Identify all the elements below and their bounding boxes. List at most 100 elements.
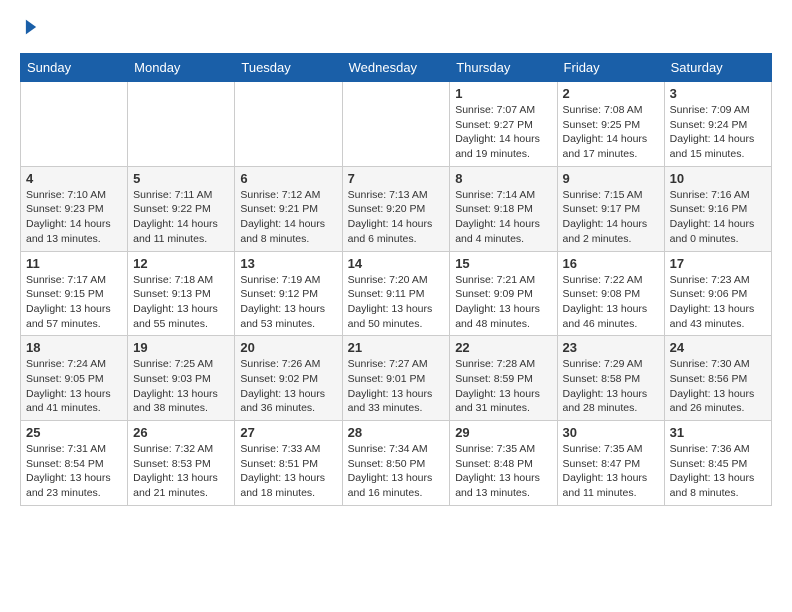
day-info: Sunrise: 7:28 AM Sunset: 8:59 PM Dayligh… bbox=[455, 357, 551, 416]
calendar-cell: 7 Sunrise: 7:13 AM Sunset: 9:20 PM Daylig… bbox=[342, 166, 450, 251]
calendar-header-wednesday: Wednesday bbox=[342, 54, 450, 82]
day-info: Sunrise: 7:36 AM Sunset: 8:45 PM Dayligh… bbox=[670, 442, 766, 501]
calendar-cell: 21 Sunrise: 7:27 AM Sunset: 9:01 PM Dayli… bbox=[342, 336, 450, 421]
calendar-week-4: 18Sunrise: 7:24 AM Sunset: 9:05 PM Dayli… bbox=[21, 336, 772, 421]
calendar-week-2: 4Sunrise: 7:10 AM Sunset: 9:23 PM Daylig… bbox=[21, 166, 772, 251]
day-info: Sunrise: 7:31 AM Sunset: 8:54 PM Dayligh… bbox=[26, 442, 122, 501]
calendar-cell: 26 Sunrise: 7:32 AM Sunset: 8:53 PM Dayli… bbox=[128, 421, 235, 506]
day-info: Sunrise: 7:07 AM Sunset: 9:27 PM Dayligh… bbox=[455, 103, 551, 162]
day-info: Sunrise: 7:12 AM Sunset: 9:21 PM Dayligh… bbox=[240, 188, 336, 247]
calendar-cell: 27 Sunrise: 7:33 AM Sunset: 8:51 PM Dayli… bbox=[235, 421, 342, 506]
calendar-cell bbox=[342, 82, 450, 167]
calendar-cell: 13Sunrise: 7:19 AM Sunset: 9:12 PM Dayli… bbox=[235, 251, 342, 336]
calendar-week-3: 11 Sunrise: 7:17 AM Sunset: 9:15 PM Dayli… bbox=[21, 251, 772, 336]
day-number: 26 bbox=[133, 425, 229, 440]
day-number: 9 bbox=[563, 171, 659, 186]
day-number: 23 bbox=[563, 340, 659, 355]
day-number: 21 bbox=[348, 340, 445, 355]
day-number: 27 bbox=[240, 425, 336, 440]
calendar-cell: 19Sunrise: 7:25 AM Sunset: 9:03 PM Dayli… bbox=[128, 336, 235, 421]
calendar-cell bbox=[128, 82, 235, 167]
day-number: 30 bbox=[563, 425, 659, 440]
calendar-cell: 24Sunrise: 7:30 AM Sunset: 8:56 PM Dayli… bbox=[664, 336, 771, 421]
day-number: 29 bbox=[455, 425, 551, 440]
day-number: 22 bbox=[455, 340, 551, 355]
day-number: 3 bbox=[670, 86, 766, 101]
logo-icon bbox=[20, 16, 42, 38]
calendar-cell: 18Sunrise: 7:24 AM Sunset: 9:05 PM Dayli… bbox=[21, 336, 128, 421]
day-number: 6 bbox=[240, 171, 336, 186]
calendar-header-friday: Friday bbox=[557, 54, 664, 82]
calendar-cell: 12 Sunrise: 7:18 AM Sunset: 9:13 PM Dayli… bbox=[128, 251, 235, 336]
calendar-header-sunday: Sunday bbox=[21, 54, 128, 82]
day-info: Sunrise: 7:11 AM Sunset: 9:22 PM Dayligh… bbox=[133, 188, 229, 247]
day-info: Sunrise: 7:26 AM Sunset: 9:02 PM Dayligh… bbox=[240, 357, 336, 416]
calendar-cell: 29 Sunrise: 7:35 AM Sunset: 8:48 PM Dayli… bbox=[450, 421, 557, 506]
calendar-week-5: 25 Sunrise: 7:31 AM Sunset: 8:54 PM Dayli… bbox=[21, 421, 772, 506]
day-number: 8 bbox=[455, 171, 551, 186]
calendar-header-thursday: Thursday bbox=[450, 54, 557, 82]
page-header bbox=[20, 16, 772, 43]
calendar-cell: 8 Sunrise: 7:14 AM Sunset: 9:18 PM Daylig… bbox=[450, 166, 557, 251]
day-info: Sunrise: 7:27 AM Sunset: 9:01 PM Dayligh… bbox=[348, 357, 445, 416]
calendar-cell: 17 Sunrise: 7:23 AM Sunset: 9:06 PM Dayli… bbox=[664, 251, 771, 336]
day-number: 10 bbox=[670, 171, 766, 186]
calendar-header-saturday: Saturday bbox=[664, 54, 771, 82]
day-info: Sunrise: 7:24 AM Sunset: 9:05 PM Dayligh… bbox=[26, 357, 122, 416]
day-info: Sunrise: 7:20 AM Sunset: 9:11 PM Dayligh… bbox=[348, 273, 445, 332]
calendar-cell: 1Sunrise: 7:07 AM Sunset: 9:27 PM Daylig… bbox=[450, 82, 557, 167]
day-number: 16 bbox=[563, 256, 659, 271]
day-number: 17 bbox=[670, 256, 766, 271]
day-info: Sunrise: 7:08 AM Sunset: 9:25 PM Dayligh… bbox=[563, 103, 659, 162]
logo bbox=[20, 16, 46, 43]
calendar-cell: 5 Sunrise: 7:11 AM Sunset: 9:22 PM Daylig… bbox=[128, 166, 235, 251]
calendar-cell: 9Sunrise: 7:15 AM Sunset: 9:17 PM Daylig… bbox=[557, 166, 664, 251]
calendar-cell: 15 Sunrise: 7:21 AM Sunset: 9:09 PM Dayli… bbox=[450, 251, 557, 336]
day-number: 25 bbox=[26, 425, 122, 440]
day-info: Sunrise: 7:34 AM Sunset: 8:50 PM Dayligh… bbox=[348, 442, 445, 501]
day-number: 14 bbox=[348, 256, 445, 271]
day-number: 20 bbox=[240, 340, 336, 355]
calendar-cell: 4Sunrise: 7:10 AM Sunset: 9:23 PM Daylig… bbox=[21, 166, 128, 251]
day-number: 11 bbox=[26, 256, 122, 271]
calendar-cell bbox=[235, 82, 342, 167]
day-info: Sunrise: 7:10 AM Sunset: 9:23 PM Dayligh… bbox=[26, 188, 122, 247]
day-number: 31 bbox=[670, 425, 766, 440]
day-info: Sunrise: 7:09 AM Sunset: 9:24 PM Dayligh… bbox=[670, 103, 766, 162]
day-info: Sunrise: 7:16 AM Sunset: 9:16 PM Dayligh… bbox=[670, 188, 766, 247]
day-number: 28 bbox=[348, 425, 445, 440]
day-number: 2 bbox=[563, 86, 659, 101]
day-info: Sunrise: 7:33 AM Sunset: 8:51 PM Dayligh… bbox=[240, 442, 336, 501]
day-number: 24 bbox=[670, 340, 766, 355]
calendar-week-1: 1Sunrise: 7:07 AM Sunset: 9:27 PM Daylig… bbox=[21, 82, 772, 167]
calendar-cell: 14 Sunrise: 7:20 AM Sunset: 9:11 PM Dayli… bbox=[342, 251, 450, 336]
calendar-header-row: SundayMondayTuesdayWednesdayThursdayFrid… bbox=[21, 54, 772, 82]
day-info: Sunrise: 7:29 AM Sunset: 8:58 PM Dayligh… bbox=[563, 357, 659, 416]
day-info: Sunrise: 7:21 AM Sunset: 9:09 PM Dayligh… bbox=[455, 273, 551, 332]
day-info: Sunrise: 7:22 AM Sunset: 9:08 PM Dayligh… bbox=[563, 273, 659, 332]
day-info: Sunrise: 7:18 AM Sunset: 9:13 PM Dayligh… bbox=[133, 273, 229, 332]
calendar-cell: 23 Sunrise: 7:29 AM Sunset: 8:58 PM Dayli… bbox=[557, 336, 664, 421]
day-info: Sunrise: 7:35 AM Sunset: 8:48 PM Dayligh… bbox=[455, 442, 551, 501]
calendar-header-monday: Monday bbox=[128, 54, 235, 82]
calendar-cell: 28 Sunrise: 7:34 AM Sunset: 8:50 PM Dayli… bbox=[342, 421, 450, 506]
day-number: 19 bbox=[133, 340, 229, 355]
calendar-cell bbox=[21, 82, 128, 167]
day-number: 7 bbox=[348, 171, 445, 186]
calendar-table: SundayMondayTuesdayWednesdayThursdayFrid… bbox=[20, 53, 772, 506]
day-number: 12 bbox=[133, 256, 229, 271]
calendar-cell: 31 Sunrise: 7:36 AM Sunset: 8:45 PM Dayli… bbox=[664, 421, 771, 506]
day-info: Sunrise: 7:32 AM Sunset: 8:53 PM Dayligh… bbox=[133, 442, 229, 501]
day-info: Sunrise: 7:13 AM Sunset: 9:20 PM Dayligh… bbox=[348, 188, 445, 247]
calendar-cell: 10 Sunrise: 7:16 AM Sunset: 9:16 PM Dayli… bbox=[664, 166, 771, 251]
calendar-cell: 11 Sunrise: 7:17 AM Sunset: 9:15 PM Dayli… bbox=[21, 251, 128, 336]
calendar-cell: 6 Sunrise: 7:12 AM Sunset: 9:21 PM Daylig… bbox=[235, 166, 342, 251]
day-number: 15 bbox=[455, 256, 551, 271]
day-info: Sunrise: 7:17 AM Sunset: 9:15 PM Dayligh… bbox=[26, 273, 122, 332]
day-info: Sunrise: 7:14 AM Sunset: 9:18 PM Dayligh… bbox=[455, 188, 551, 247]
day-info: Sunrise: 7:23 AM Sunset: 9:06 PM Dayligh… bbox=[670, 273, 766, 332]
day-number: 13 bbox=[240, 256, 336, 271]
day-number: 5 bbox=[133, 171, 229, 186]
day-info: Sunrise: 7:35 AM Sunset: 8:47 PM Dayligh… bbox=[563, 442, 659, 501]
calendar-cell: 16 Sunrise: 7:22 AM Sunset: 9:08 PM Dayli… bbox=[557, 251, 664, 336]
